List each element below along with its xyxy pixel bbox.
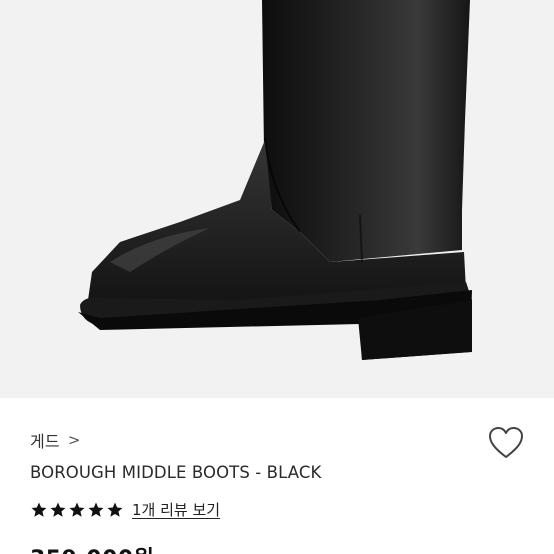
chevron-right-icon: > — [67, 431, 81, 449]
product-price: 359,000원 — [30, 541, 154, 554]
brand-link[interactable]: 게드 > — [30, 428, 80, 452]
star-icon — [50, 502, 66, 517]
star-rating — [30, 501, 124, 519]
star-icon — [69, 502, 85, 517]
review-link[interactable]: 1개 리뷰 보기 — [132, 499, 220, 520]
heart-outline-icon[interactable] — [488, 426, 524, 460]
star-icon — [88, 502, 104, 517]
star-icon — [107, 502, 123, 517]
brand-name: 게드 — [30, 432, 60, 451]
product-title: BOROUGH MIDDLE BOOTS - BLACK — [30, 463, 322, 482]
product-info: 게드 > BOROUGH MIDDLE BOOTS - BLACK 1개 리뷰 … — [0, 398, 554, 554]
boot-illustration — [0, 0, 554, 398]
product-image[interactable] — [0, 0, 554, 398]
star-icon — [31, 502, 47, 517]
rating: 1개 리뷰 보기 — [30, 499, 220, 520]
